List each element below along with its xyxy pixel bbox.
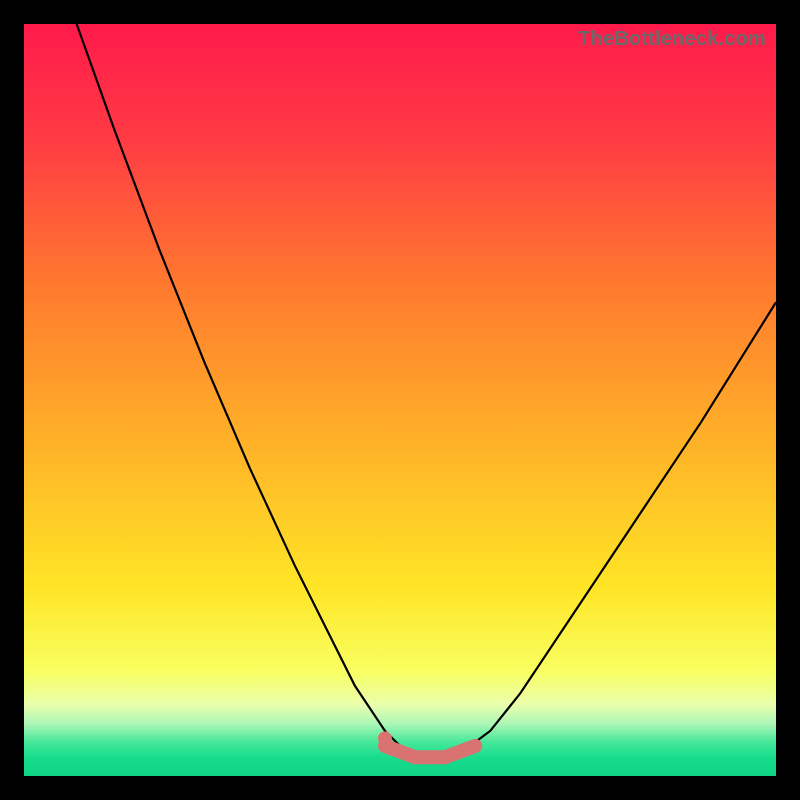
plot-area: TheBottleneck.com	[24, 24, 776, 776]
valley-marker-stroke	[385, 746, 475, 757]
chart-svg	[24, 24, 776, 776]
outer-frame: TheBottleneck.com	[0, 0, 800, 800]
curve-right	[430, 302, 776, 761]
valley-marker-dot	[378, 731, 392, 745]
curve-left	[77, 24, 430, 761]
